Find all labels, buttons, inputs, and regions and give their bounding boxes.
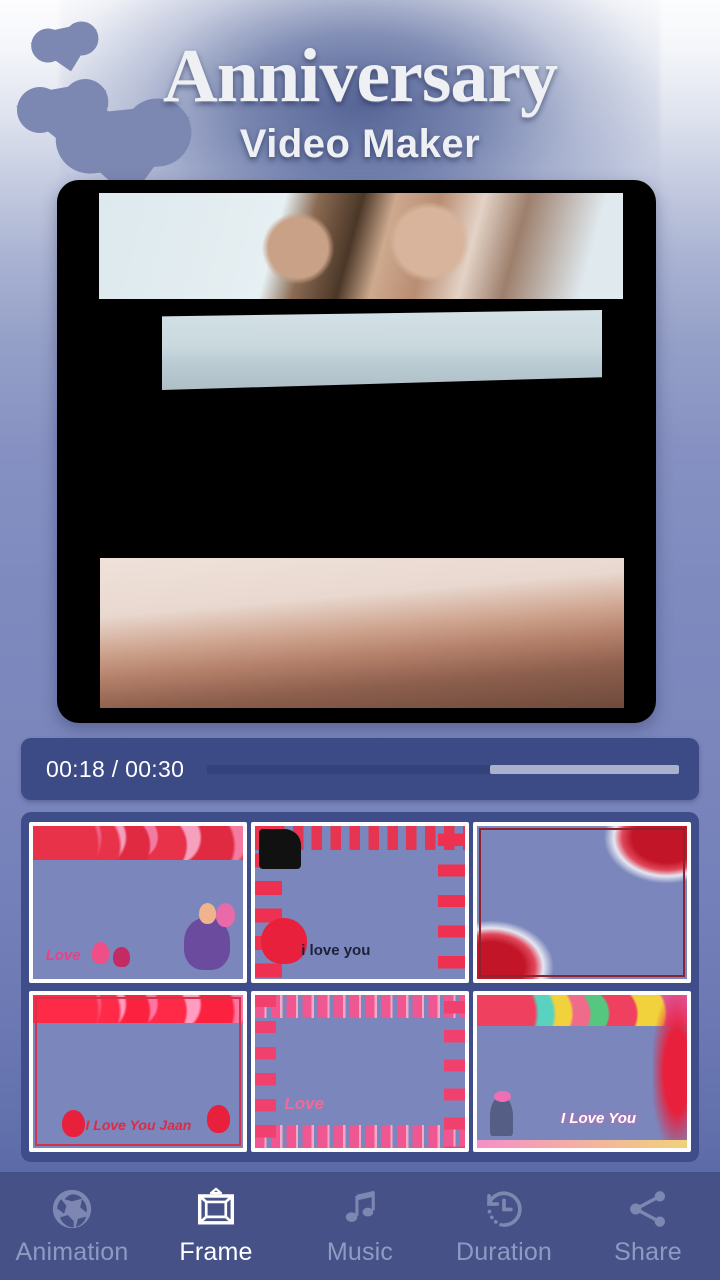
preview-slice-1 [99,193,623,299]
pink-roses-row-icon [255,1125,465,1148]
frame-4-preview: I Love You Jaan [33,995,243,1148]
preview-slice-3 [102,387,612,459]
heart-icon [207,1105,231,1133]
nav-item-animation[interactable]: Animation [0,1172,144,1280]
frame-6-label: I Love You [561,1109,637,1127]
frame-thumbnail[interactable]: Love [29,822,247,983]
seek-fill [490,764,679,774]
frame-5-preview: Love [255,995,465,1148]
nav-item-duration[interactable]: Duration [432,1172,576,1280]
frame-1-preview: Love [33,826,243,979]
red-confetti-hearts-icon [653,995,687,1148]
frame-3-preview [477,826,687,979]
heart-bubble-icon [493,1091,511,1103]
app-header: Anniversary Video Maker [0,0,720,178]
timeline-bar[interactable]: 00:18 / 00:30 [21,738,699,800]
preview-photo-bicycles-mid [102,387,612,459]
bottom-navigation[interactable]: Animation Frame Music Duration Share [0,1172,720,1280]
pink-hearts-right-icon [444,995,465,1148]
bottom-stripe [477,1140,687,1148]
nav-item-music[interactable]: Music [288,1172,432,1280]
hearts-garland-icon [33,826,243,860]
nav-label-music: Music [326,1237,394,1266]
frame-5-label: Love [284,1094,325,1114]
page-title: Anniversary [162,34,558,118]
picture-frame-icon [197,1187,235,1225]
nav-item-share[interactable]: Share [576,1172,720,1280]
preview-slice-4 [90,465,600,549]
preview-photo-couple-close-up [99,193,623,299]
frame-2-preview: i love you [255,826,465,979]
seek-bar[interactable] [207,764,679,774]
nav-item-frame[interactable]: Frame [144,1172,288,1280]
frame-thumbnail[interactable]: i love you [251,822,469,983]
frame-grid[interactable]: Love i love you I Love You Jaan Love I L… [21,812,699,1162]
preview-slice-5 [100,558,624,708]
preview-photo-bicycles-upper [162,310,602,390]
balloon-icon [198,902,216,924]
share-nodes-icon [630,1190,666,1227]
frame-border [479,828,685,977]
frame-thumbnail[interactable]: Love [251,991,469,1152]
nav-label-animation: Animation [15,1237,129,1266]
preview-slice-2 [162,310,602,390]
aperture-icon [52,1189,92,1228]
frame-1-label: Love [45,946,81,964]
balloon-icon [215,902,235,927]
frame-thumbnail[interactable]: I Love You [473,991,691,1152]
arrow-heart-icon [259,829,302,869]
pink-roses-row-icon [255,995,465,1018]
preview-photo-pier [100,558,624,708]
time-display: 00:18 / 00:30 [46,755,185,782]
page-subtitle: Video Maker [239,122,481,166]
nav-label-duration: Duration [455,1237,553,1266]
preview-photo-bicycles-lower [90,465,600,549]
nav-label-frame: Frame [179,1237,253,1266]
music-note-icon [345,1190,375,1222]
nav-label-share: Share [614,1237,682,1266]
heart-balloons-right-icon [437,826,465,979]
bird-icon [91,942,109,964]
bird-icon [112,946,130,967]
frame-thumbnail[interactable]: I Love You Jaan [29,991,247,1152]
frame-2-label: i love you [301,942,371,960]
frame-thumbnail[interactable] [473,822,691,983]
heart-icon [62,1109,86,1138]
video-preview[interactable] [57,180,656,723]
frame-4-label: I Love You Jaan [85,1116,192,1133]
frame-6-preview: I Love You [477,995,687,1148]
clock-history-icon [487,1190,522,1227]
pink-hearts-left-icon [255,995,276,1148]
